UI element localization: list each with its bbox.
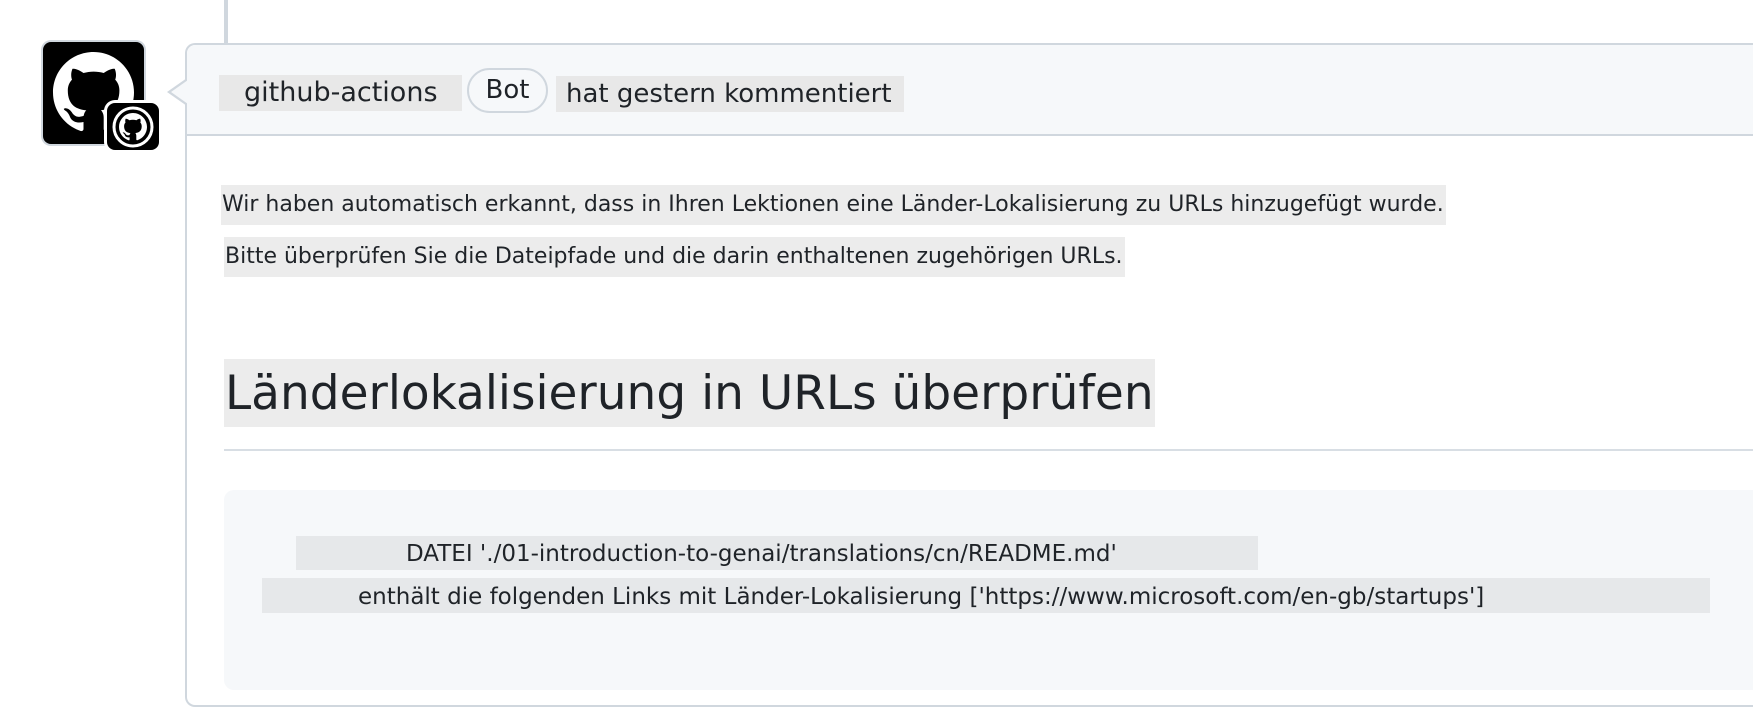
github-octocat-icon bbox=[112, 106, 154, 148]
heading-divider bbox=[224, 449, 1753, 451]
comment-caret-fill bbox=[171, 80, 188, 104]
code-line-links: enthält die folgenden Links mit Länder-L… bbox=[262, 578, 1710, 613]
comment-heading: Länderlokalisierung in URLs überprüfen bbox=[224, 359, 1155, 427]
code-line-file: DATEI './01-introduction-to-genai/transl… bbox=[296, 536, 1258, 570]
comment-paragraph-detection: Wir haben automatisch erkannt, dass in I… bbox=[221, 185, 1446, 225]
comment-timestamp[interactable]: hat gestern kommentiert bbox=[556, 76, 904, 112]
comment-author-link[interactable]: github-actions bbox=[219, 75, 462, 111]
timeline-connector bbox=[224, 0, 228, 44]
app-badge bbox=[107, 103, 159, 150]
comment-paragraph-review: Bitte überprüfen Sie die Dateipfade und … bbox=[224, 237, 1125, 277]
bot-badge: Bot bbox=[467, 68, 548, 113]
